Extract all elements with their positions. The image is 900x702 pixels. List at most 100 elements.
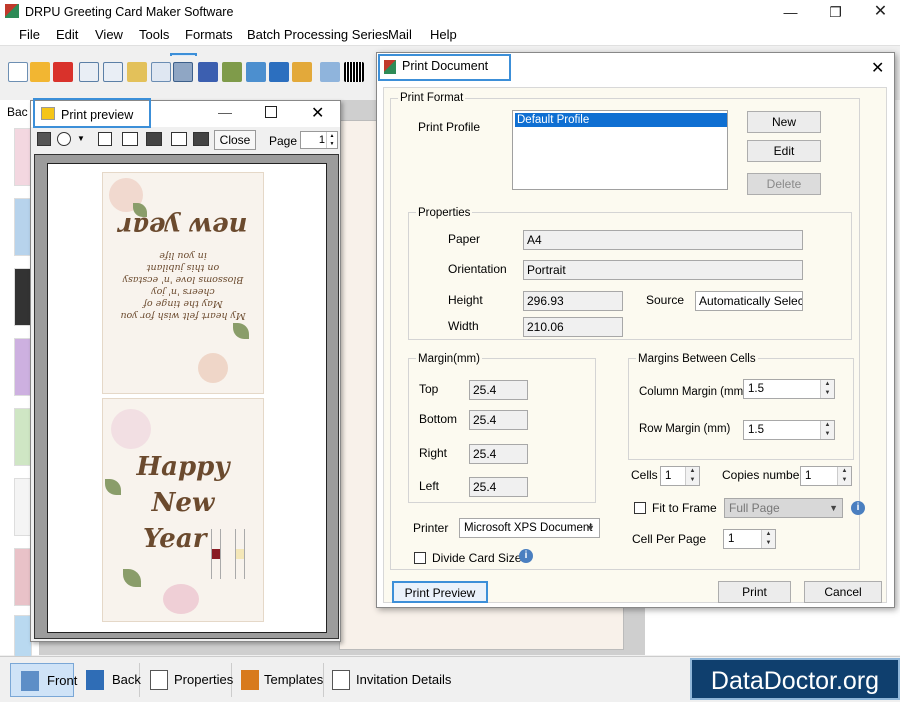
- minimize-icon[interactable]: —: [218, 104, 232, 120]
- menu-formats[interactable]: Formats: [185, 27, 233, 42]
- export-icon[interactable]: [127, 62, 147, 82]
- tab-invitation-details[interactable]: Invitation Details: [326, 663, 456, 697]
- spinner-icon[interactable]: ▲ ▼: [837, 467, 851, 485]
- height-field[interactable]: 296.93: [523, 291, 623, 311]
- menu-tools[interactable]: Tools: [139, 27, 169, 42]
- source-label: Source: [646, 293, 685, 307]
- flower-decoration: [111, 409, 151, 449]
- print-preview-button[interactable]: Print Preview: [392, 581, 488, 603]
- edit-profile-button[interactable]: Edit: [747, 140, 821, 162]
- print-button[interactable]: Print: [718, 581, 791, 603]
- cells-stepper[interactable]: 1 ▲ ▼: [660, 466, 700, 486]
- page-number-input[interactable]: 1 ▲ ▼: [300, 131, 338, 149]
- printer-select[interactable]: Microsoft XPS Document ▼: [459, 518, 600, 538]
- print-icon[interactable]: [37, 132, 51, 146]
- cells-label: Cells: [631, 468, 658, 482]
- menu-batch-processing[interactable]: Batch Processing Series: [247, 27, 389, 42]
- barcode-icon[interactable]: [344, 62, 364, 82]
- save-icon[interactable]: [79, 62, 99, 82]
- right-margin-field[interactable]: 25.4: [469, 444, 528, 464]
- cell-per-page-stepper[interactable]: 1 ▲ ▼: [723, 529, 776, 549]
- fit-to-frame-select[interactable]: Full Page ▼: [724, 498, 843, 518]
- copies-label: Copies number: [722, 468, 804, 482]
- print-icon[interactable]: [173, 62, 193, 82]
- tab-properties[interactable]: Properties: [142, 663, 233, 697]
- menu-mail[interactable]: Mail: [388, 27, 412, 42]
- fit-to-frame-checkbox[interactable]: [634, 502, 646, 514]
- orientation-field[interactable]: Portrait: [523, 260, 803, 280]
- row-margin-stepper[interactable]: 1.5 ▲ ▼: [743, 420, 835, 440]
- info-icon[interactable]: i: [519, 549, 533, 563]
- close-file-icon[interactable]: [53, 62, 73, 82]
- width-field[interactable]: 210.06: [523, 317, 623, 337]
- tab-templates-label: Templates: [264, 672, 324, 687]
- top-margin-field[interactable]: 25.4: [469, 380, 528, 400]
- shapes-icon[interactable]: [292, 62, 312, 82]
- six-pages-icon[interactable]: [193, 132, 209, 146]
- divide-card-size-checkbox[interactable]: [414, 552, 426, 564]
- tab-back[interactable]: Back: [76, 663, 141, 697]
- left-strip-label: Bac: [7, 105, 28, 119]
- cancel-button[interactable]: Cancel: [804, 581, 882, 603]
- wordart-icon[interactable]: [320, 62, 340, 82]
- preview-close-button[interactable]: Close: [214, 130, 256, 150]
- properties-icon: [150, 670, 168, 690]
- four-pages-icon[interactable]: [171, 132, 187, 146]
- menu-edit[interactable]: Edit: [56, 27, 78, 42]
- profile-list-item[interactable]: Default Profile: [515, 113, 727, 127]
- restore-icon[interactable]: ❐: [813, 0, 858, 24]
- left-margin-field[interactable]: 25.4: [469, 477, 528, 497]
- source-field[interactable]: Automatically Selec: [695, 291, 803, 311]
- greeting-line: Happy: [136, 452, 230, 482]
- spinner-icon[interactable]: ▲ ▼: [820, 421, 834, 439]
- zoom-icon[interactable]: [57, 132, 71, 146]
- page-setup-icon[interactable]: [151, 62, 171, 82]
- copies-stepper[interactable]: 1 ▲ ▼: [800, 466, 852, 486]
- card-front-icon: [21, 671, 39, 691]
- delete-profile-button[interactable]: Delete: [747, 173, 821, 195]
- open-icon[interactable]: [30, 62, 50, 82]
- print-document-dialog: Print Document ✕ Print Format Print Prof…: [376, 52, 895, 608]
- pen-icon[interactable]: [269, 62, 289, 82]
- close-icon[interactable]: ✕: [311, 103, 324, 123]
- brand-logo: DataDoctor.org: [690, 658, 900, 700]
- zoom-dropdown-icon[interactable]: ▼: [77, 134, 85, 143]
- page-number-value: 1: [318, 134, 325, 146]
- three-pages-icon[interactable]: [146, 132, 162, 146]
- preview-paper: My heart felt wish for you May the tinge…: [47, 163, 327, 633]
- new-icon[interactable]: [8, 62, 28, 82]
- menu-view[interactable]: View: [95, 27, 123, 42]
- spinner-icon[interactable]: ▲ ▼: [685, 467, 699, 485]
- app-title: DRPU Greeting Card Maker Software: [25, 5, 234, 19]
- new-profile-button[interactable]: New: [747, 111, 821, 133]
- app-logo-icon: [5, 4, 19, 18]
- spinner-icon[interactable]: ▲ ▼: [820, 380, 834, 398]
- print-document-title: Print Document: [402, 59, 489, 73]
- close-window-icon[interactable]: ✕: [858, 0, 900, 24]
- profile-list[interactable]: Default Profile: [512, 110, 728, 190]
- spinner-icon[interactable]: ▲ ▼: [761, 530, 775, 548]
- fit-to-frame-label: Fit to Frame: [652, 501, 717, 515]
- column-margin-stepper[interactable]: 1.5 ▲ ▼: [743, 379, 835, 399]
- menu-help[interactable]: Help: [430, 27, 457, 42]
- maximize-icon[interactable]: [265, 106, 277, 118]
- save-as-icon[interactable]: [103, 62, 123, 82]
- one-page-icon[interactable]: [98, 132, 112, 146]
- menu-file[interactable]: File: [19, 27, 40, 42]
- close-icon[interactable]: ✕: [871, 58, 884, 78]
- crop-icon[interactable]: [222, 62, 242, 82]
- divide-card-size-label: Divide Card Size: [432, 551, 522, 565]
- chevron-down-icon: ▼: [829, 503, 838, 513]
- tab-templates[interactable]: Templates: [234, 663, 324, 697]
- image-icon[interactable]: [246, 62, 266, 82]
- bottom-margin-label: Bottom: [419, 412, 458, 426]
- page-spinner-icon[interactable]: ▲ ▼: [326, 132, 337, 148]
- tab-front[interactable]: Front: [10, 663, 77, 697]
- paper-field[interactable]: A4: [523, 230, 803, 250]
- minimize-icon[interactable]: —: [768, 0, 813, 24]
- info-icon[interactable]: i: [851, 501, 865, 515]
- row-margin-value: 1.5: [748, 424, 764, 436]
- batch-print-icon[interactable]: [198, 62, 218, 82]
- bottom-margin-field[interactable]: 25.4: [469, 410, 528, 430]
- two-pages-icon[interactable]: [122, 132, 138, 146]
